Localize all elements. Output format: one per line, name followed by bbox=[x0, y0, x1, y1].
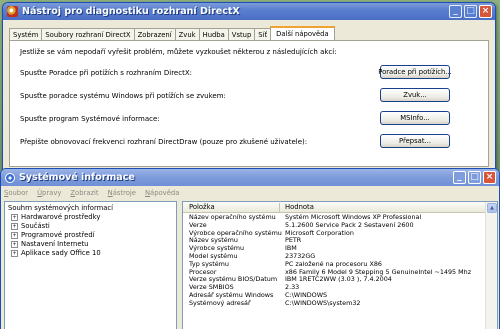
tree-item-internet[interactable]: + Nastavení Internetu bbox=[11, 240, 88, 248]
column-header-item[interactable]: Položka bbox=[189, 203, 215, 211]
msinfo-button[interactable]: MSInfo... bbox=[380, 111, 450, 125]
tab-music[interactable]: Hudba bbox=[198, 28, 229, 40]
expand-icon[interactable]: + bbox=[11, 222, 18, 230]
maximize-button[interactable]: □ bbox=[468, 171, 481, 184]
si-window-title: Systémové informace bbox=[19, 172, 135, 183]
minimize-button[interactable]: _ bbox=[449, 5, 462, 18]
sound-troubleshooter-label: Spusťte poradce systému Windows při potí… bbox=[20, 92, 226, 100]
close-button[interactable]: × bbox=[479, 5, 492, 18]
sound-button[interactable]: Zvuk... bbox=[380, 88, 450, 102]
tab-sound[interactable]: Zvuk bbox=[174, 28, 200, 40]
column-divider[interactable] bbox=[279, 203, 280, 212]
menu-tools[interactable]: Nástroje bbox=[108, 189, 136, 197]
expand-icon[interactable]: + bbox=[11, 213, 18, 221]
dx-titlebar[interactable]: Nástroj pro diagnostiku rozhraní DirectX… bbox=[3, 3, 495, 20]
tree-item-label: Součásti bbox=[21, 222, 50, 230]
troubleshooter-label: Spusťte Poradce při potížích s rozhraním… bbox=[20, 69, 192, 77]
tree-item-office[interactable]: + Aplikace sady Office 10 bbox=[11, 249, 101, 257]
tab-display[interactable]: Zobrazení bbox=[133, 28, 176, 40]
dx-window-controls: _ □ × bbox=[449, 5, 492, 18]
minimize-button[interactable]: _ bbox=[453, 171, 466, 184]
row-value: C:\WINDOWS\system32 bbox=[285, 298, 361, 307]
dx-window-title: Nástroj pro diagnostiku rozhraní DirectX bbox=[22, 6, 240, 17]
maximize-button[interactable]: □ bbox=[464, 5, 477, 18]
override-button[interactable]: Přepsat... bbox=[380, 134, 450, 148]
scroll-up-icon[interactable]: ▲ bbox=[487, 203, 497, 213]
directx-icon bbox=[7, 6, 18, 17]
tree-item-software[interactable]: + Programové prostředí bbox=[11, 231, 95, 239]
close-button[interactable]: × bbox=[483, 171, 496, 184]
si-menubar: Soubor Úpravy Zobrazit Nástroje Nápověda bbox=[2, 187, 498, 198]
menu-view[interactable]: Zobrazit bbox=[70, 189, 98, 197]
tab-more-help[interactable]: Další nápověda bbox=[270, 26, 335, 40]
si-titlebar[interactable]: Systémové informace _ □ × bbox=[1, 169, 499, 186]
dx-tab-strip: Systém Soubory rozhraní DirectX Zobrazen… bbox=[9, 26, 489, 40]
expand-icon[interactable]: + bbox=[11, 240, 18, 248]
row-item: Systémový adresář bbox=[189, 298, 251, 307]
tree-item-label: Aplikace sady Office 10 bbox=[21, 249, 101, 257]
msinfo-label: Spusťte program Systémové informace: bbox=[20, 115, 160, 123]
more-help-panel: Jestliže se vám nepodaří vyřešit problém… bbox=[9, 40, 489, 167]
tree-item-components[interactable]: + Součásti bbox=[11, 222, 50, 230]
tab-network[interactable]: Síť bbox=[254, 28, 272, 40]
troubleshooter-button[interactable]: Poradce při potížích... bbox=[378, 65, 452, 79]
tree-item-label: Hardwarové prostředky bbox=[21, 213, 101, 221]
row-value: IBM 1RETC2WW (3.03 ), 7.4.2004 bbox=[285, 275, 392, 284]
panel-intro-text: Jestliže se vám nepodaří vyřešit problém… bbox=[20, 48, 337, 56]
override-label: Přepište obnovovací frekvenci rozhraní D… bbox=[20, 138, 308, 146]
table-row[interactable]: Systémový adresář C:\WINDOWS\system32 bbox=[183, 298, 486, 308]
tree-root-summary[interactable]: Souhrn systémových informací bbox=[8, 204, 113, 212]
system-info-icon bbox=[5, 172, 15, 183]
tab-input[interactable]: Vstup bbox=[227, 28, 256, 40]
directx-diagnostic-window: Nástroj pro diagnostiku rozhraní DirectX… bbox=[2, 2, 496, 174]
expand-icon[interactable]: + bbox=[11, 231, 18, 239]
si-window-controls: _ □ × bbox=[453, 171, 496, 184]
category-tree: Souhrn systémových informací + Hardwarov… bbox=[4, 201, 177, 329]
tab-directx-files[interactable]: Soubory rozhraní DirectX bbox=[41, 28, 135, 40]
vertical-scrollbar[interactable]: ▲ bbox=[485, 202, 497, 329]
details-list: Položka Hodnota Název operačního systému… bbox=[182, 201, 498, 329]
menu-edit[interactable]: Úpravy bbox=[37, 189, 61, 197]
system-information-window: Systémové informace _ □ × Soubor Úpravy … bbox=[0, 168, 500, 329]
column-headers: Položka Hodnota bbox=[183, 202, 486, 213]
menu-file[interactable]: Soubor bbox=[4, 189, 28, 197]
column-header-value[interactable]: Hodnota bbox=[285, 203, 314, 211]
tree-item-label: Programové prostředí bbox=[21, 231, 95, 239]
tab-system[interactable]: Systém bbox=[9, 28, 43, 40]
tree-item-label: Nastavení Internetu bbox=[21, 240, 89, 248]
tree-item-hardware[interactable]: + Hardwarové prostředky bbox=[11, 213, 100, 221]
menu-help[interactable]: Nápověda bbox=[145, 189, 179, 197]
tree-root-label: Souhrn systémových informací bbox=[8, 204, 114, 212]
expand-icon[interactable]: + bbox=[11, 249, 18, 257]
